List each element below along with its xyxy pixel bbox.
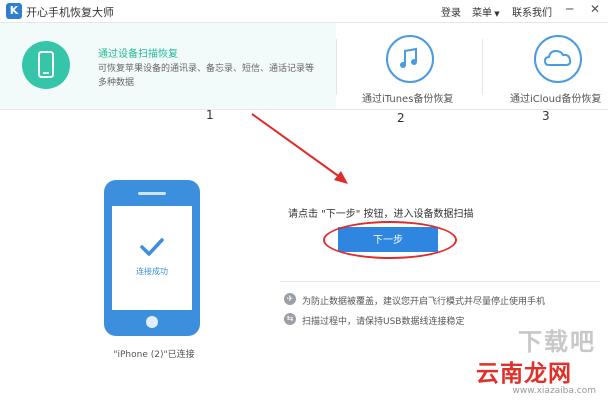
title-bar: K 开心手机恢复大师 登录 菜单 ▼ 联系我们 ─ ✕ (0, 0, 608, 23)
caret-down-icon: ▼ (492, 10, 500, 18)
connected-phone-illustration: 连接成功 (104, 180, 200, 336)
tip-airplane-mode: 为防止数据被覆盖，建议您开启飞行模式并尽量停止使用手机 (302, 297, 546, 307)
mode-device-scan-title: 通过设备扫描恢复 (98, 49, 178, 60)
watermark: 下载吧 云南龙网 www.xiazaiba.com (470, 322, 600, 406)
tips-divider (280, 281, 600, 282)
mode-device-scan[interactable]: 通过设备扫描恢复 可恢复苹果设备的通讯录、备忘录、短信、通话记录等多种数据 (0, 23, 336, 109)
watermark-logo: 下载吧 (518, 328, 596, 356)
cloud-icon (534, 35, 582, 83)
phone-icon (22, 41, 70, 89)
mode-divider (336, 39, 337, 95)
recovery-modes: 通过设备扫描恢复 可恢复苹果设备的通讯录、备忘录、短信、通话记录等多种数据 通过… (0, 23, 608, 110)
app-title: 开心手机恢复大师 (26, 6, 114, 19)
minimize-button[interactable]: ─ (566, 2, 573, 16)
step-number-3: 3 (542, 109, 550, 123)
annotation-highlight-ring (323, 221, 457, 259)
contact-link[interactable]: 联系我们 (512, 4, 552, 19)
mode-device-scan-desc: 可恢复苹果设备的通讯录、备忘录、短信、通话记录等多种数据 (98, 64, 315, 88)
phone-screen: 连接成功 (112, 206, 192, 310)
instruction-text: 请点击 "下一步" 按钮，进入设备数据扫描 (288, 209, 474, 220)
mode-divider (482, 39, 483, 95)
device-connected-label: "iPhone (2)"已连接 (113, 350, 195, 360)
watermark-brand: 云南龙网 (476, 361, 572, 387)
step-number-1: 1 (206, 108, 214, 122)
phone-speaker (138, 192, 166, 195)
mode-icloud-label: 通过iCloud备份恢复 (510, 94, 602, 105)
phone-home-button (146, 316, 158, 328)
watermark-url: www.xiazaiba.com (512, 386, 596, 396)
checkmark-icon (139, 236, 165, 262)
step-number-2: 2 (397, 111, 405, 125)
close-button[interactable]: ✕ (590, 2, 600, 16)
login-link[interactable]: 登录 (441, 4, 461, 19)
tip-usb-stable: 扫描过程中，请保持USB数据线连接稳定 (302, 317, 465, 327)
music-note-icon (386, 35, 434, 83)
annotation-arrow-icon (251, 113, 348, 184)
usb-icon: ⇆ (284, 313, 296, 325)
menu-label: 菜单 (472, 8, 492, 19)
menu-dropdown[interactable]: 菜单 ▼ (472, 4, 500, 19)
connection-status: 连接成功 (136, 267, 168, 276)
airplane-icon: ✈ (284, 293, 296, 305)
app-logo-icon: K (6, 3, 22, 19)
mode-itunes-label: 通过iTunes备份恢复 (362, 94, 454, 105)
